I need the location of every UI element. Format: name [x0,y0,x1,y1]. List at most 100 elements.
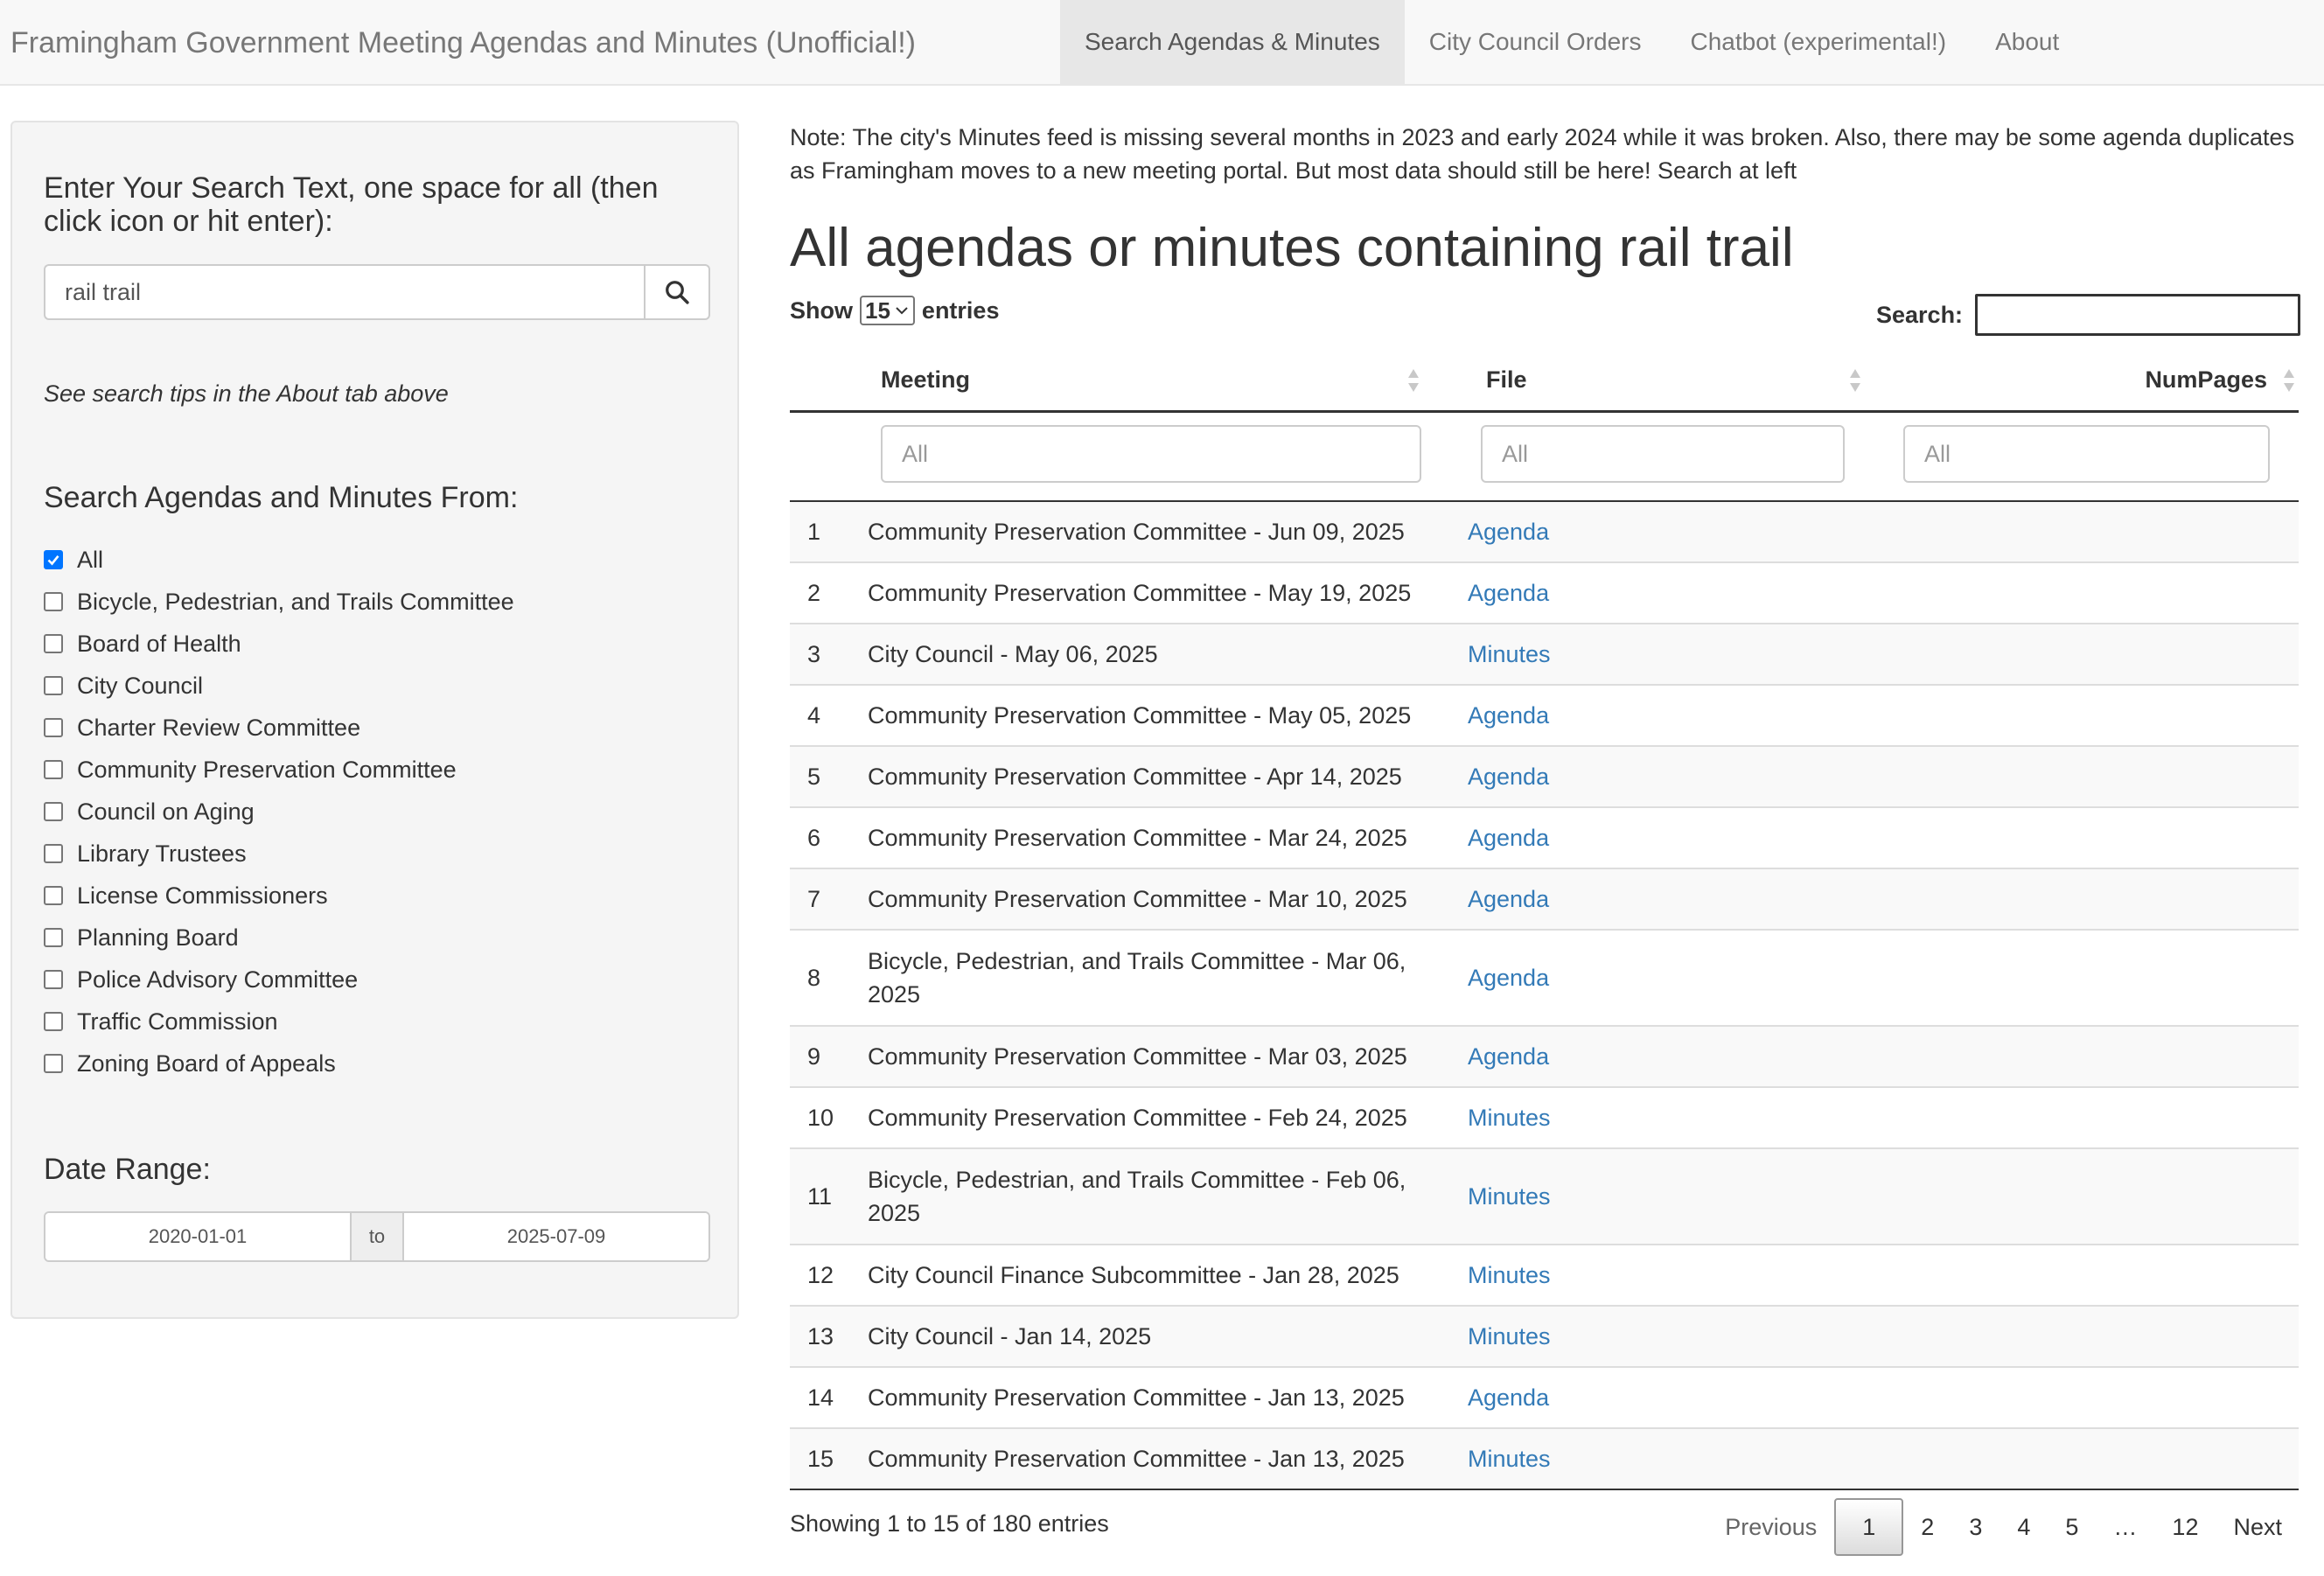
table-search-input[interactable] [1975,294,2301,336]
pagination-page-12[interactable]: 12 [2154,1497,2216,1557]
sort-icon[interactable] [1848,366,1862,395]
file-link[interactable]: Agenda [1468,519,1549,546]
pagination-previous[interactable]: Previous [1707,1497,1834,1557]
tab-city-council-orders[interactable]: City Council Orders [1405,0,1666,84]
checkbox[interactable] [44,802,63,821]
tab-search-agendas-minutes[interactable]: Search Agendas & Minutes [1060,0,1405,84]
row-number: 9 [807,1043,821,1070]
checkbox[interactable] [44,844,63,863]
checkbox[interactable] [44,676,63,695]
meeting-cell: Bicycle, Pedestrian, and Trails Committe… [868,1167,1406,1226]
source-library-trustees[interactable]: Library Trustees [44,833,514,875]
search-text-label: Enter Your Search Text, one space for al… [44,171,659,238]
row-number: 7 [807,885,821,912]
table-search-label: Search: [1876,301,1964,328]
file-link[interactable]: Minutes [1468,1183,1551,1210]
pagination-next[interactable]: Next [2216,1497,2300,1557]
table-row: 14 Community Preservation Committee - Ja… [790,1368,2299,1429]
file-link[interactable]: Minutes [1468,1446,1551,1473]
date-start-input[interactable]: 2020-01-01 [45,1213,350,1260]
meeting-cell: Community Preservation Committee - May 1… [868,580,1412,606]
source-traffic-commission[interactable]: Traffic Commission [44,1001,514,1043]
row-number: 11 [807,1182,833,1210]
source-label: Planning Board [77,924,239,951]
checkbox[interactable] [44,1012,63,1031]
pagination-page-4[interactable]: 4 [1999,1497,2048,1557]
source-board-of-health[interactable]: Board of Health [44,623,514,665]
file-link[interactable]: Agenda [1468,1043,1549,1070]
filter-numpages-input[interactable]: All [1903,425,2270,483]
file-link[interactable]: Agenda [1468,1384,1549,1412]
column-header-numpages[interactable]: NumPages [2145,346,2267,413]
source-label: Community Preservation Committee [77,756,457,783]
table-row: 12 City Council Finance Subcommittee - J… [790,1245,2299,1307]
checkbox-checked[interactable] [44,550,63,569]
meeting-cell: Community Preservation Committee - Jun 0… [868,519,1405,545]
search-icon [666,281,689,304]
file-link[interactable]: Minutes [1468,1262,1551,1289]
filter-file-input[interactable]: All [1481,425,1845,483]
source-zoning-board[interactable]: Zoning Board of Appeals [44,1043,514,1084]
checkbox[interactable] [44,760,63,779]
sources-label: Search Agendas and Minutes From: [44,481,519,514]
row-number: 10 [807,1104,834,1131]
pagination-page-5[interactable]: 5 [2048,1497,2096,1557]
source-license-commissioners[interactable]: License Commissioners [44,875,514,917]
source-community-preservation[interactable]: Community Preservation Committee [44,749,514,791]
tab-chatbot[interactable]: Chatbot (experimental!) [1666,0,1972,84]
checkbox[interactable] [44,970,63,989]
pagination-page-1[interactable]: 1 [1834,1498,1904,1556]
meeting-cell: Community Preservation Committee - Mar 1… [868,886,1407,912]
source-police-advisory[interactable]: Police Advisory Committee [44,959,514,1001]
pagination-ellipsis: … [2113,1514,2138,1540]
page-length-control: Show 15 entries [790,295,999,326]
row-number: 6 [807,824,821,851]
file-link[interactable]: Agenda [1468,702,1549,729]
table-body: 1 Community Preservation Committee - Jun… [790,502,2299,1490]
table-row: 4 Community Preservation Committee - May… [790,686,2299,747]
pagination-page-3[interactable]: 3 [1951,1497,1999,1557]
sort-icon[interactable] [2282,366,2296,395]
checkbox[interactable] [44,1054,63,1073]
file-link[interactable]: Agenda [1468,580,1549,607]
checkbox[interactable] [44,886,63,905]
sidebar-panel: Enter Your Search Text, one space for al… [10,121,739,1319]
table-search: Search: [1876,293,2301,337]
search-button[interactable] [644,264,710,320]
search-input[interactable] [44,264,644,320]
row-number: 12 [807,1261,834,1288]
table-row: 6 Community Preservation Committee - Mar… [790,808,2299,869]
source-bicycle-pedestrian-trails[interactable]: Bicycle, Pedestrian, and Trails Committe… [44,581,514,623]
source-planning-board[interactable]: Planning Board [44,917,514,959]
source-label: Police Advisory Committee [77,966,359,993]
checkbox[interactable] [44,928,63,947]
app-title[interactable]: Framingham Government Meeting Agendas an… [10,0,916,86]
page-length-value: 15 [865,296,890,324]
tab-about[interactable]: About [1971,0,2083,84]
source-charter-review[interactable]: Charter Review Committee [44,707,514,749]
file-link[interactable]: Agenda [1468,764,1549,791]
column-header-file[interactable]: File [1486,346,1527,413]
file-link[interactable]: Minutes [1468,1105,1551,1132]
file-link[interactable]: Agenda [1468,825,1549,852]
page-length-select[interactable]: 15 [860,296,915,325]
table-info: Showing 1 to 15 of 180 entries [790,1510,1109,1537]
checkbox[interactable] [44,718,63,737]
checkbox[interactable] [44,634,63,653]
filter-meeting-input[interactable]: All [881,425,1421,483]
table-row: 3 City Council - May 06, 2025 Minutes [790,624,2299,686]
checkbox[interactable] [44,592,63,611]
table-row: 1 Community Preservation Committee - Jun… [790,502,2299,563]
row-number: 8 [807,964,821,991]
source-all[interactable]: All [44,539,514,581]
sort-icon[interactable] [1406,366,1420,395]
source-council-on-aging[interactable]: Council on Aging [44,791,514,833]
column-header-meeting[interactable]: Meeting [881,346,970,413]
pagination-page-2[interactable]: 2 [1903,1497,1951,1557]
file-link[interactable]: Agenda [1468,886,1549,913]
date-end-input[interactable]: 2025-07-09 [404,1213,708,1260]
source-city-council[interactable]: City Council [44,665,514,707]
file-link[interactable]: Minutes [1468,1323,1551,1350]
file-link[interactable]: Agenda [1468,965,1549,992]
file-link[interactable]: Minutes [1468,641,1551,668]
